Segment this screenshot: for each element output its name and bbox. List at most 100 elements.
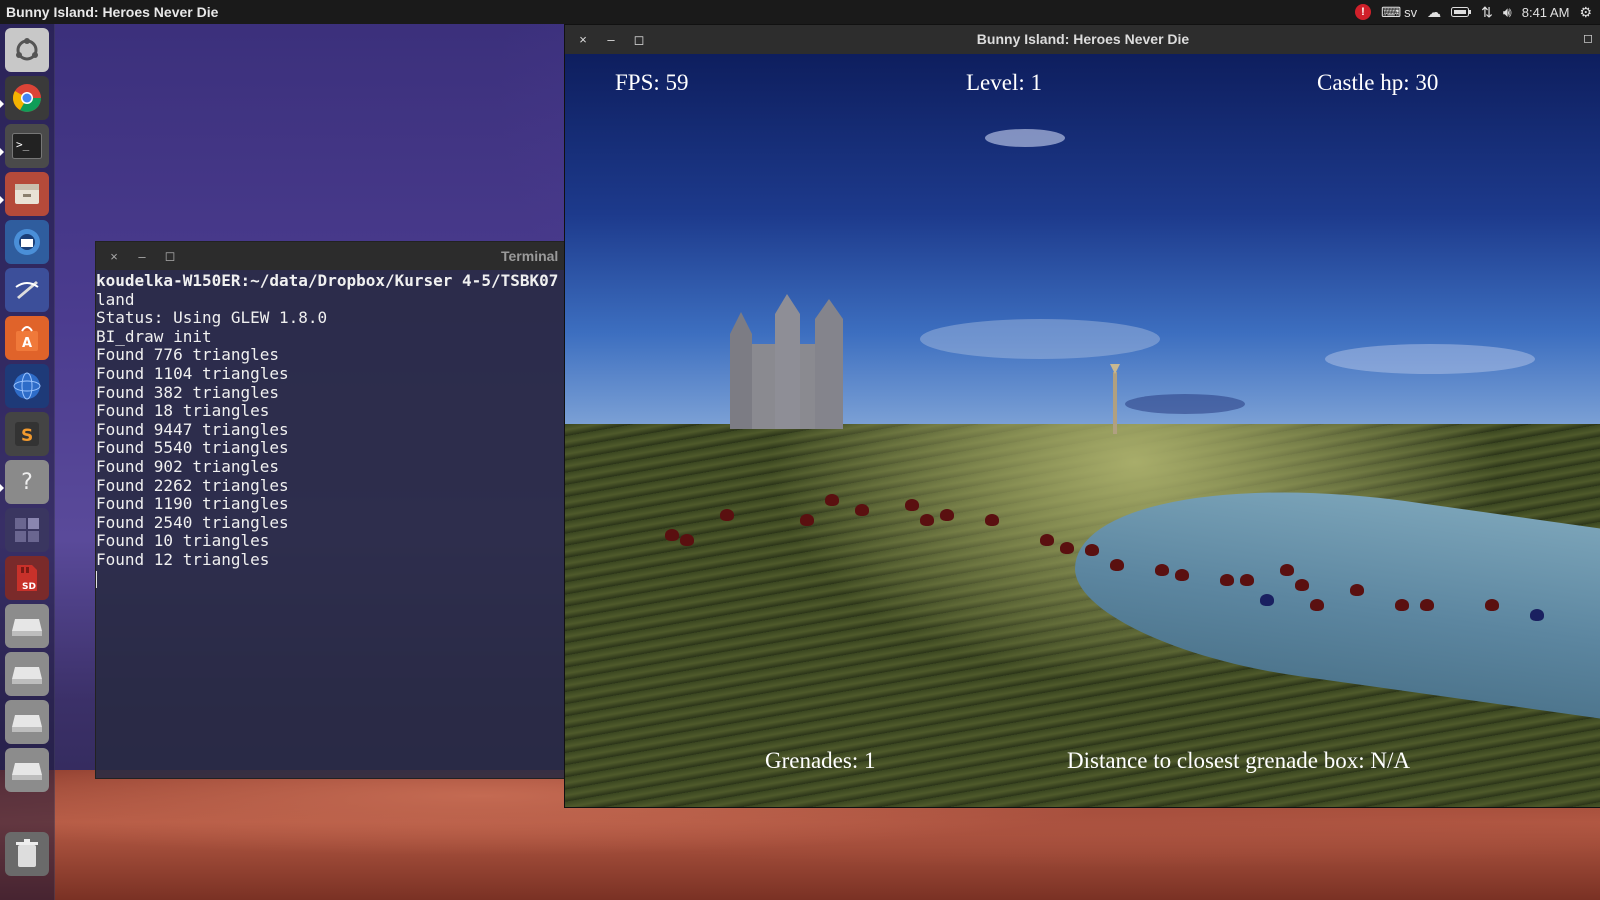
bunny (1295, 579, 1309, 591)
bunny (855, 504, 869, 516)
terminal-maximize-button[interactable]: ◻ (156, 248, 184, 264)
ubuntu-logo-icon (16, 38, 38, 61)
trash-icon (16, 839, 38, 867)
bunny (920, 514, 934, 526)
hud-castle-hp: Castle hp: 30 (1317, 70, 1439, 95)
bunny (905, 499, 919, 511)
bunny (1085, 544, 1099, 556)
running-indicator (0, 484, 4, 492)
network-icon[interactable]: ⇅ (1481, 4, 1493, 21)
launcher-item-text-editor[interactable] (5, 268, 49, 312)
bunny (1060, 542, 1074, 554)
launcher-item-drive-4[interactable] (5, 748, 49, 792)
game-window[interactable]: × – ◻ Bunny Island: Heroes Never Die ◻ F… (564, 24, 1600, 808)
hud-level: Level: 1 (966, 70, 1042, 95)
bunny (665, 529, 679, 541)
bunny (1110, 559, 1124, 571)
game-viewport[interactable]: FPS: 59 Level: 1 Castle hp: 30 Grenades:… (565, 54, 1600, 807)
running-indicator (0, 196, 4, 204)
bunny (720, 509, 734, 521)
cloud (985, 129, 1065, 147)
launcher-item-browser[interactable] (5, 364, 49, 408)
terminal-minimize-button[interactable]: – (128, 249, 156, 264)
launcher-item-files[interactable] (5, 172, 49, 216)
alert-icon[interactable]: ! (1354, 4, 1371, 20)
game-minimize-button[interactable]: – (597, 32, 625, 47)
terminal-line: Status: Using GLEW 1.8.0 (96, 308, 328, 328)
terminal-line: Found 2540 triangles (96, 512, 289, 532)
game-sky (565, 54, 1600, 454)
cloud (1325, 344, 1535, 374)
bunny (1485, 599, 1499, 611)
active-app-title: Bunny Island: Heroes Never Die (6, 4, 219, 20)
launcher: >_ A S ? SD (0, 24, 55, 900)
bunny (1240, 574, 1254, 586)
cloud-icon[interactable]: ☁ (1427, 4, 1441, 21)
terminal-line: Found 382 triangles (96, 382, 280, 402)
drive-icon (12, 715, 42, 732)
terminal-window[interactable]: × – ◻ Terminal koudelka-W150ER:~/data/Dr… (95, 241, 567, 779)
launcher-item-thunderbird[interactable] (5, 220, 49, 264)
drive-icon (12, 763, 42, 780)
bunny (1260, 594, 1274, 606)
terminal-prompt: koudelka-W150ER:~/data/Dropbox/Kurser 4-… (96, 271, 559, 290)
terminal-output[interactable]: koudelka-W150ER:~/data/Dropbox/Kurser 4-… (96, 270, 566, 588)
globe-icon (13, 372, 41, 400)
terminal-titlebar[interactable]: × – ◻ Terminal (96, 242, 566, 270)
terminal-line: Found 10 triangles (96, 531, 270, 551)
mail-icon (14, 229, 40, 255)
keyboard-icon: ⌨ (1380, 3, 1402, 20)
bunny (1040, 534, 1054, 546)
launcher-item-drive-1[interactable] (5, 604, 49, 648)
terminal-line: Found 9447 triangles (96, 419, 289, 439)
launcher-item-dash-home[interactable] (5, 28, 49, 72)
bunny (940, 509, 954, 521)
launcher-item-terminal[interactable]: >_ (5, 124, 49, 168)
launcher-item-software-center[interactable]: A (5, 316, 49, 360)
sd-card-label: SD (22, 582, 36, 592)
launcher-item-sublime-text[interactable]: S (5, 412, 49, 456)
clock[interactable]: 8:41 AM (1522, 5, 1570, 20)
workspaces-icon (15, 518, 39, 542)
terminal-line: land (96, 289, 135, 309)
chrome-icon (13, 84, 41, 112)
terminal-title: Terminal (501, 248, 559, 264)
bunny (1395, 599, 1409, 611)
running-indicator (0, 148, 4, 156)
launcher-item-sd-card[interactable]: SD (5, 556, 49, 600)
launcher-item-help[interactable]: ? (5, 460, 49, 504)
bunny (985, 514, 999, 526)
launcher-item-workspaces[interactable] (5, 508, 49, 552)
gear-icon[interactable]: ⚙ (1579, 4, 1592, 21)
launcher-item-drive-2[interactable] (5, 652, 49, 696)
keyboard-indicator[interactable]: ⌨ sv (1381, 4, 1417, 21)
bunny (1350, 584, 1364, 596)
terminal-cursor (96, 570, 97, 588)
keyboard-layout-label: sv (1404, 4, 1418, 20)
game-restore-button[interactable]: ◻ (1583, 31, 1593, 45)
game-close-button[interactable]: × (569, 32, 597, 47)
hud-grenade-distance: Distance to closest grenade box: N/A (1067, 748, 1410, 773)
bunny (1220, 574, 1234, 586)
terminal-close-button[interactable]: × (100, 249, 128, 264)
terminal-line: BI_draw init (96, 326, 212, 346)
terminal-line: Found 5540 triangles (96, 438, 289, 458)
bunny (1155, 564, 1169, 576)
bunny (1280, 564, 1294, 576)
launcher-item-chrome[interactable] (5, 76, 49, 120)
cloud (920, 319, 1160, 359)
drive-icon (12, 619, 42, 636)
bunny (800, 514, 814, 526)
launcher-item-trash[interactable] (5, 832, 49, 876)
terminal-line: Found 776 triangles (96, 345, 280, 365)
game-titlebar[interactable]: × – ◻ Bunny Island: Heroes Never Die ◻ (565, 25, 1600, 54)
volume-icon[interactable]: 🔊︎ (1503, 4, 1512, 21)
bunny (680, 534, 694, 546)
launcher-item-drive-3[interactable] (5, 700, 49, 744)
bunny (825, 494, 839, 506)
battery-icon[interactable] (1451, 6, 1472, 18)
cloud (1125, 394, 1245, 414)
files-icon (15, 184, 39, 204)
game-maximize-button[interactable]: ◻ (625, 32, 653, 48)
terminal-icon: >_ (12, 133, 42, 159)
